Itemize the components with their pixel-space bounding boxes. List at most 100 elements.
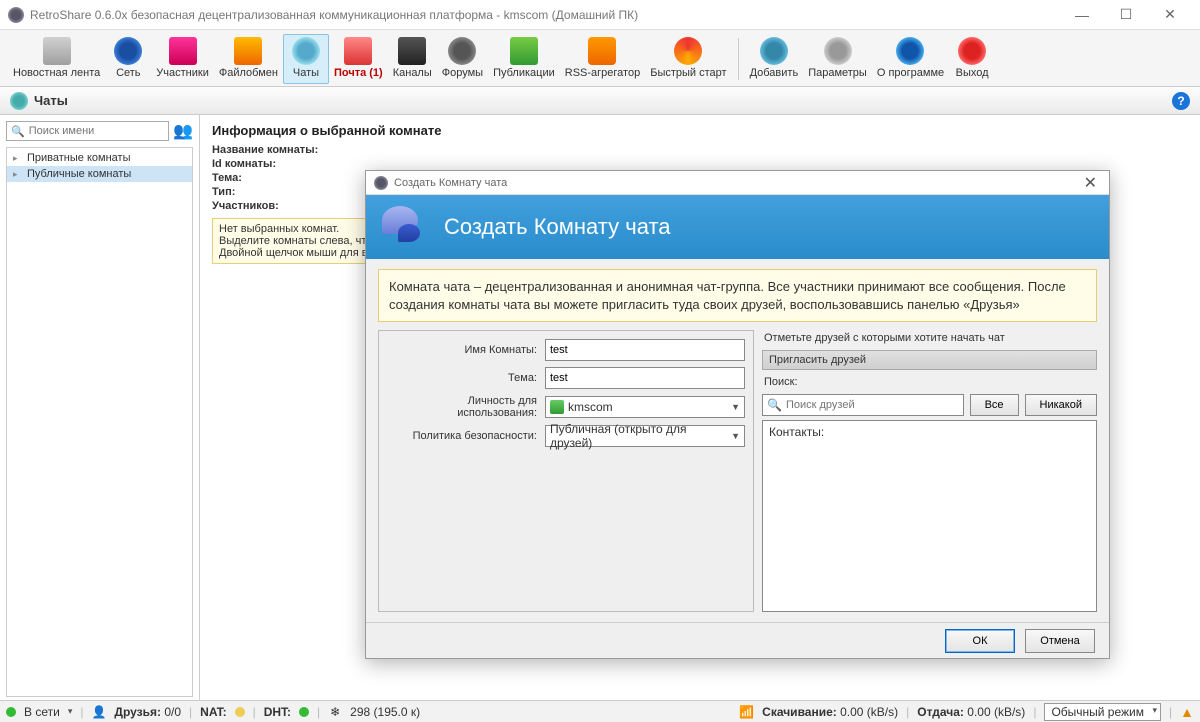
room-name-label: Имя Комнаты: (387, 344, 545, 356)
dialog-close-button[interactable]: ✕ (1080, 173, 1101, 193)
main-toolbar: Новостная лента Сеть Участники Файлобмен Чат… (0, 30, 1200, 87)
minimize-button[interactable]: — (1060, 1, 1104, 29)
mark-friends-label: Отметьте друзей с которыми хотите начать… (762, 330, 1097, 346)
cancel-button[interactable]: Отмена (1025, 629, 1095, 653)
toolbar-chat-button[interactable]: Чаты (283, 34, 329, 84)
toolbar-quick-button[interactable]: Быстрый старт (645, 34, 731, 84)
identity-icon (550, 400, 564, 414)
toolbar-label: Новостная лента (13, 67, 100, 79)
dht-indicator-icon (299, 707, 309, 717)
topic-label: Тема: (387, 372, 545, 384)
network-icon: ❄ (328, 705, 342, 719)
friend-search-box[interactable]: 🔍 (762, 394, 964, 416)
transfer-icon: 📶 (739, 705, 754, 719)
topic-input[interactable] (545, 367, 745, 389)
dialog-form: Имя Комнаты: Тема: Личность для использо… (378, 330, 754, 612)
new-chat-button[interactable]: 👥 (173, 121, 193, 141)
help-button[interactable]: ? (1172, 92, 1190, 110)
toolbar-label: Добавить (750, 67, 799, 79)
toolbar-label: Выход (956, 67, 989, 79)
dialog-footer: ОК Отмена (366, 622, 1109, 658)
friend-search-input[interactable] (786, 399, 959, 411)
dialog-title: Создать Комнату чата (394, 177, 1074, 189)
warning-icon[interactable]: ▲ (1180, 704, 1194, 720)
search-label: Поиск: (762, 374, 1097, 390)
select-all-button[interactable]: Все (970, 394, 1019, 416)
policy-value: Публичная (открыто для друзей) (550, 422, 731, 450)
room-name-input[interactable] (545, 339, 745, 361)
quick-icon (674, 37, 702, 65)
identity-select[interactable]: kmscom ▼ (545, 396, 745, 418)
toolbar-label: Публикации (493, 67, 555, 79)
download-value: 0.00 (kB/s) (840, 705, 898, 719)
friends-icon: 👤 (91, 705, 106, 719)
mode-select[interactable]: Обычный режим (1044, 703, 1161, 721)
dialog-note: Комната чата – децентрализованная и анон… (378, 269, 1097, 322)
toolbar-label: Почта (1) (334, 67, 383, 79)
status-bar: В сети ▾ | 👤 Друзья: 0/0 | NAT: | DHT: |… (0, 700, 1200, 722)
search-box[interactable]: 🔍 (6, 121, 169, 141)
mail-icon (344, 37, 372, 65)
ok-button[interactable]: ОК (945, 629, 1015, 653)
tree-item[interactable]: Публичные комнаты (7, 166, 192, 182)
identity-value: kmscom (568, 400, 613, 414)
room-tree[interactable]: Приватные комнатыПубличные комнаты (6, 147, 193, 697)
dialog-banner-text: Создать Комнату чата (444, 214, 671, 240)
left-panel: 🔍 👥 Приватные комнатыПубличные комнаты (0, 115, 200, 703)
toolbar-label: RSS-агрегатор (565, 67, 640, 79)
toolbar-rss-button[interactable]: RSS-агрегатор (560, 34, 645, 84)
contacts-list[interactable]: Контакты: (762, 420, 1097, 612)
info-row: Id комнаты: (212, 158, 1188, 170)
forum-icon (448, 37, 476, 65)
chan-icon (398, 37, 426, 65)
toolbar-separator (738, 38, 739, 80)
invite-header: Пригласить друзей (762, 350, 1097, 370)
toolbar-forum-button[interactable]: Форумы (437, 34, 488, 84)
maximize-button[interactable]: ☐ (1104, 1, 1148, 29)
file-icon (234, 37, 262, 65)
dialog-titlebar: Создать Комнату чата ✕ (366, 171, 1109, 195)
opt-icon (824, 37, 852, 65)
toolbar-label: Сеть (116, 67, 140, 79)
peers-value: 298 (195.0 к) (350, 705, 420, 719)
search-input[interactable] (29, 125, 164, 137)
app-icon (8, 7, 24, 23)
section-title: Чаты (34, 93, 68, 108)
search-icon: 🔍 (767, 398, 782, 412)
search-icon: 🔍 (11, 125, 25, 138)
toolbar-chan-button[interactable]: Каналы (388, 34, 437, 84)
online-status[interactable]: В сети (24, 705, 60, 719)
chat-icon (10, 92, 28, 110)
toolbar-opt-button[interactable]: Параметры (803, 34, 872, 84)
create-chat-dialog: Создать Комнату чата ✕ Создать Комнату ч… (365, 170, 1110, 659)
upload-value: 0.00 (kB/s) (967, 705, 1025, 719)
close-button[interactable]: ✕ (1148, 1, 1192, 29)
window-title: RetroShare 0.6.0x безопасная децентрализ… (30, 8, 1060, 22)
rss-icon (588, 37, 616, 65)
toolbar-label: Файлобмен (219, 67, 278, 79)
toolbar-label: Участники (156, 67, 209, 79)
add-icon (760, 37, 788, 65)
toolbar-exit-button[interactable]: Выход (949, 34, 995, 84)
toolbar-add-button[interactable]: Добавить (745, 34, 804, 84)
info-heading: Информация о выбранной комнате (212, 123, 1188, 138)
policy-label: Политика безопасности: (387, 430, 545, 442)
toolbar-users-button[interactable]: Участники (151, 34, 214, 84)
select-none-button[interactable]: Никакой (1025, 394, 1097, 416)
toolbar-net-button[interactable]: Сеть (105, 34, 151, 84)
dialog-icon (374, 176, 388, 190)
about-icon (896, 37, 924, 65)
tree-item[interactable]: Приватные комнаты (7, 150, 192, 166)
friends-label: Друзья: (114, 705, 161, 719)
toolbar-about-button[interactable]: О программе (872, 34, 949, 84)
toolbar-label: Каналы (393, 67, 432, 79)
window-titlebar: RetroShare 0.6.0x безопасная децентрализ… (0, 0, 1200, 30)
toolbar-pub-button[interactable]: Публикации (488, 34, 560, 84)
toolbar-news-button[interactable]: Новостная лента (8, 34, 105, 84)
policy-select[interactable]: Публичная (открыто для друзей) ▼ (545, 425, 745, 447)
nat-indicator-icon (235, 707, 245, 717)
toolbar-file-button[interactable]: Файлобмен (214, 34, 283, 84)
news-icon (43, 37, 71, 65)
upload-label: Отдача: (917, 705, 964, 719)
toolbar-mail-button[interactable]: Почта (1) (329, 34, 388, 84)
